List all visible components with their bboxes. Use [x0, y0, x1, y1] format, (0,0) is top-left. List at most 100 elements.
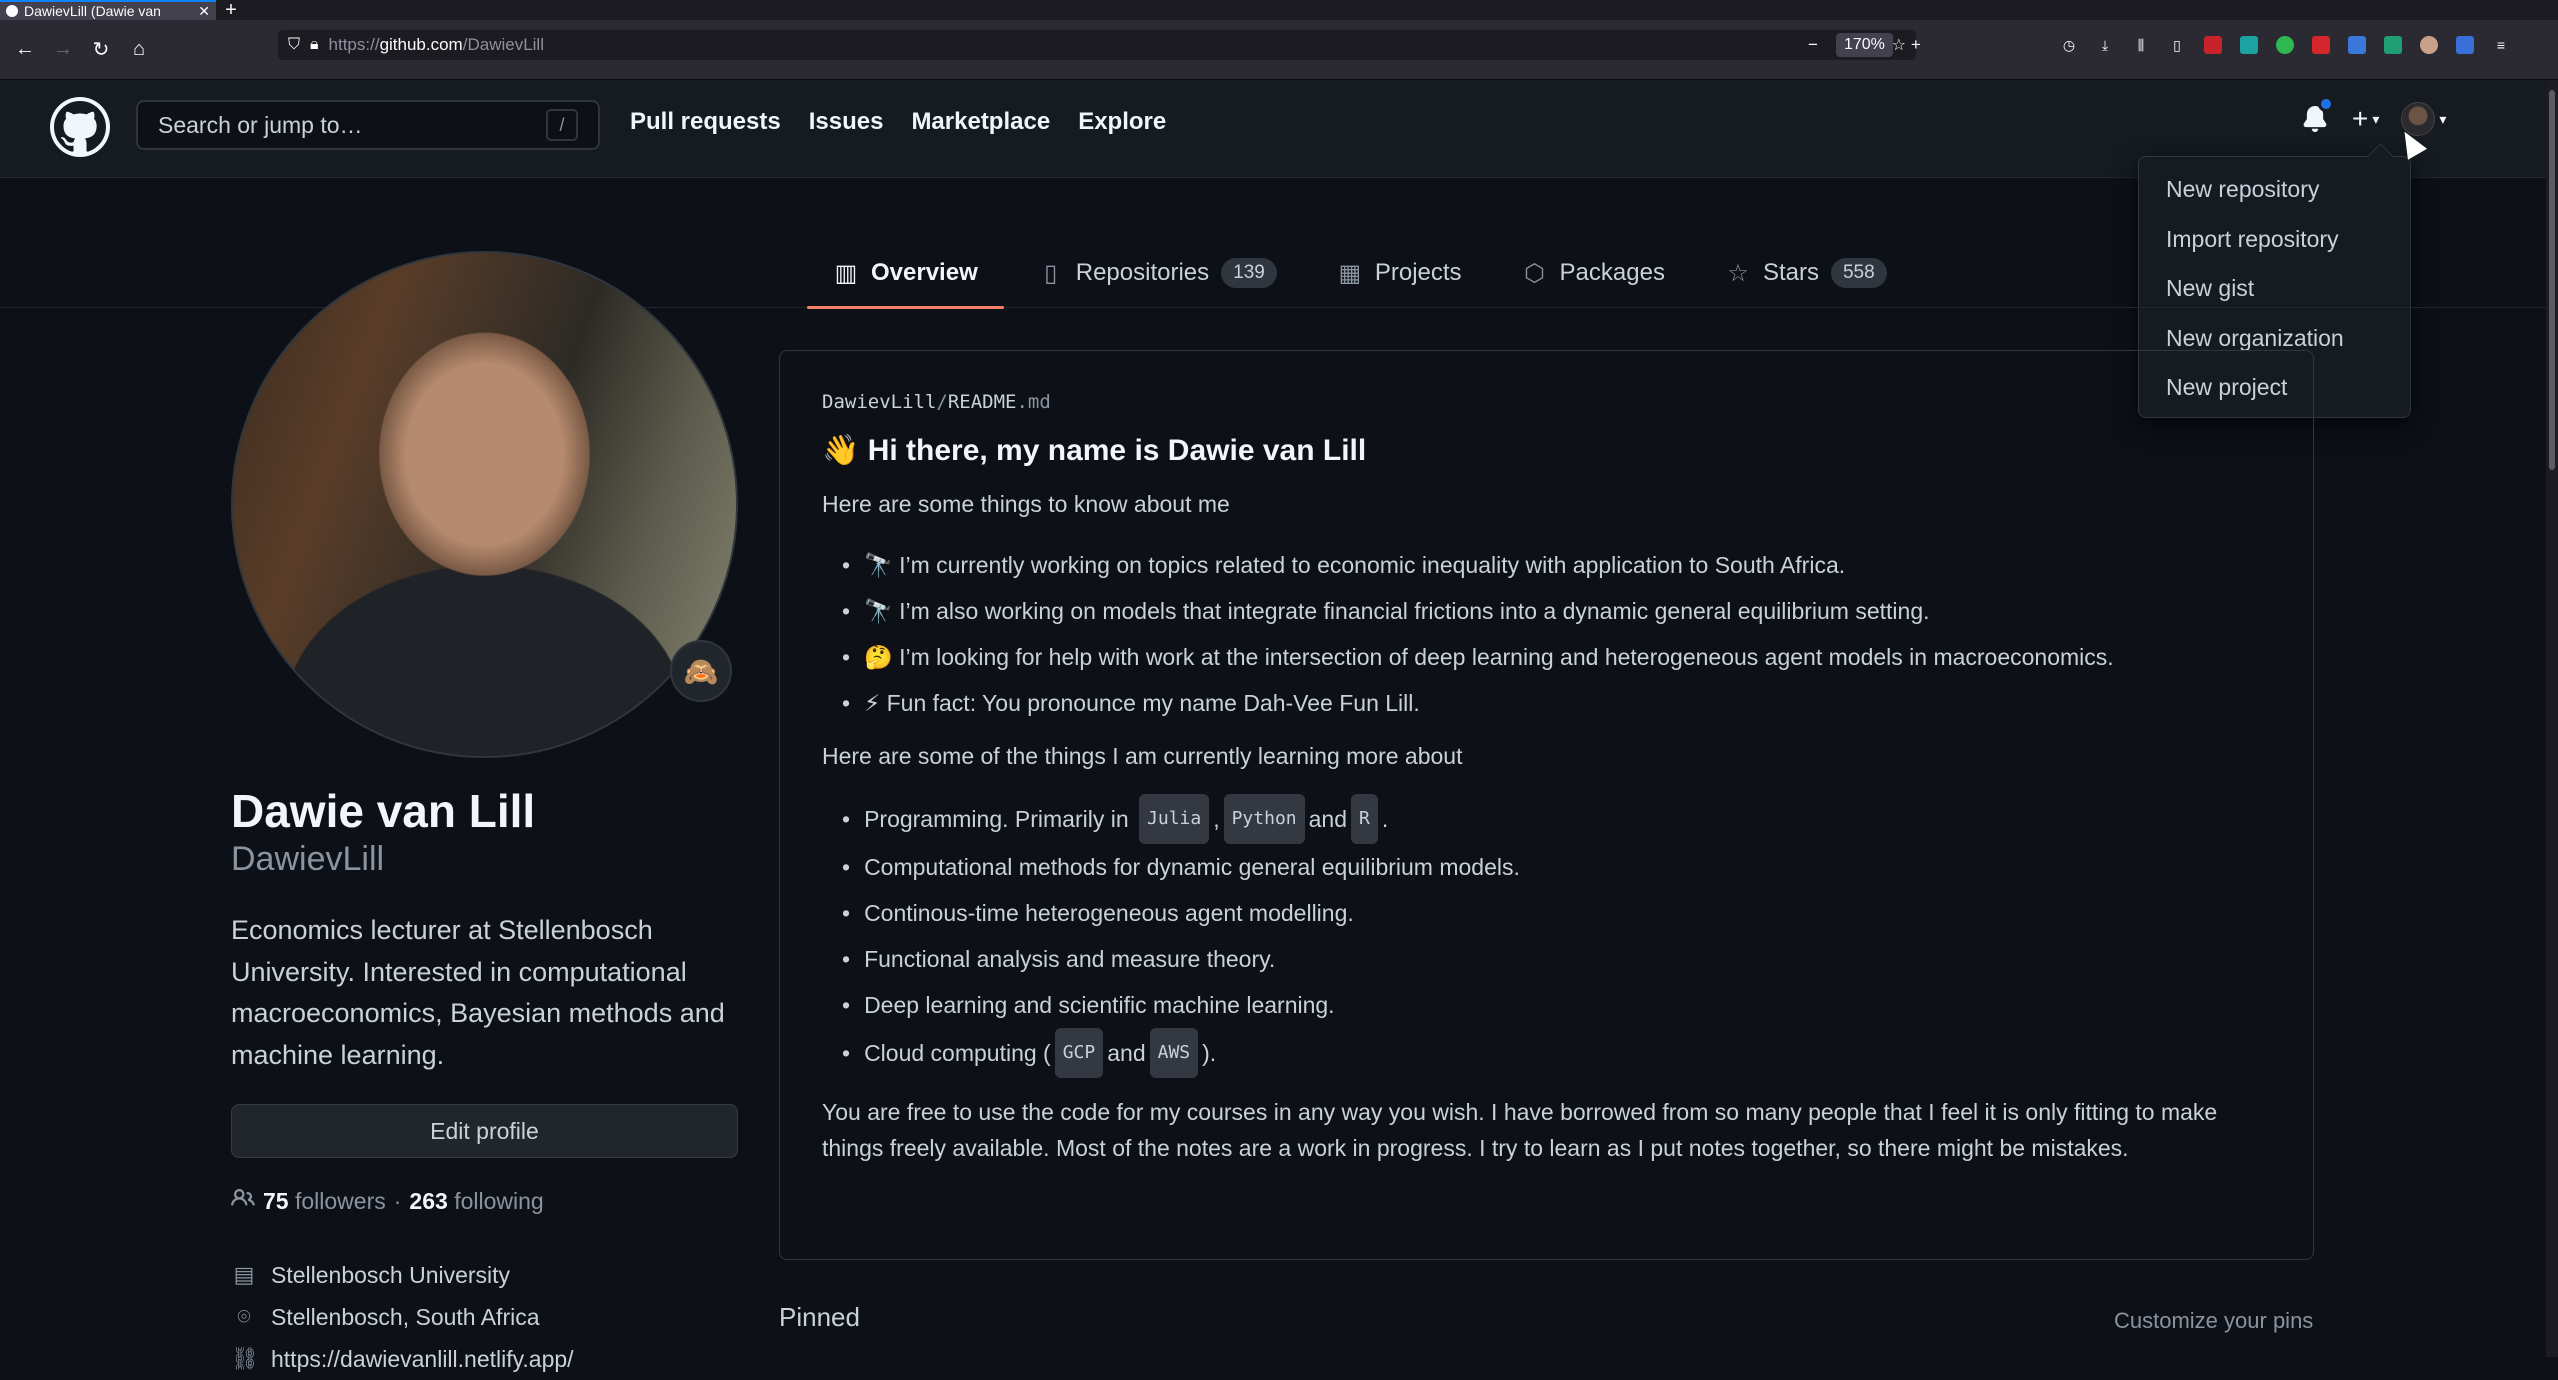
extension-green-icon[interactable]	[2276, 36, 2294, 54]
zoom-out-button[interactable]: −	[1808, 35, 1818, 55]
code-julia: Julia	[1139, 794, 1210, 844]
list-item: Functional analysis and measure theory.	[846, 936, 2271, 982]
browser-tab-title: DawievLill (Dawie van	[24, 3, 161, 19]
list-item: Cloud computing (GCPandAWS).	[846, 1028, 2271, 1078]
code-gcp: GCP	[1054, 1028, 1104, 1078]
status-emoji: 🙈	[683, 655, 719, 687]
history-icon[interactable]: ◷	[2060, 36, 2078, 54]
code-python: Python	[1223, 794, 1305, 844]
search-shortcut-key: /	[546, 109, 578, 141]
new-tab-button[interactable]: +	[216, 0, 246, 21]
package-icon: ⬡	[1524, 259, 1546, 287]
extension-s-icon[interactable]	[2384, 36, 2402, 54]
tab-label: Overview	[871, 259, 978, 286]
follow-stats: 75 followers · 263 following	[231, 1186, 544, 1216]
organization-text: Stellenbosch University	[271, 1261, 511, 1288]
browser-toolbar: ← → ↻ ⌂ ⛉ 🔒︎ https://github.com/DawievLi…	[0, 20, 2558, 80]
downloads-icon[interactable]: ⤓	[2096, 36, 2114, 54]
list-item: Deep learning and scientific machine lea…	[846, 982, 2271, 1028]
stars-count: 558	[1830, 258, 1887, 288]
vcard-location: ⌾ Stellenbosch, South Africa	[231, 1296, 574, 1338]
list-item: Continous-time heterogeneous agent model…	[846, 890, 2271, 936]
extension-mail-icon[interactable]	[2456, 36, 2474, 54]
tab-repositories[interactable]: ▯ Repositories 139	[1012, 238, 1303, 308]
vcard-organization: ▤ Stellenbosch University	[231, 1254, 574, 1296]
extension-red-icon[interactable]	[2204, 36, 2222, 54]
extension-cookie-icon[interactable]	[2420, 36, 2438, 54]
shield-icon[interactable]: ⛉	[288, 36, 300, 54]
library-icon[interactable]: ⫼	[2132, 36, 2150, 54]
zoom-level[interactable]: 170%	[1835, 33, 1893, 57]
scrollbar-thumb[interactable]	[2549, 90, 2555, 470]
readme-path-file: README	[947, 391, 1017, 413]
list-item: 🤔 I’m looking for help with work at the …	[846, 634, 2271, 680]
browser-tab[interactable]: DawievLill (Dawie van ✕	[0, 0, 216, 20]
nav-issues[interactable]: Issues	[809, 108, 884, 136]
tab-overview[interactable]: ▥ Overview	[807, 238, 1004, 309]
menu-icon[interactable]: ≡	[2492, 36, 2510, 54]
forward-button[interactable]: →	[44, 31, 82, 69]
profile-avatar[interactable]	[231, 251, 738, 758]
customize-pins-link[interactable]: Customize your pins	[2114, 1308, 2313, 1334]
url-text[interactable]: https://github.com/DawievLill	[329, 35, 1859, 55]
tab-label: Packages	[1559, 259, 1665, 286]
list-item: ⚡ Fun fact: You pronounce my name Dah-Ve…	[846, 680, 2271, 726]
tab-label: Projects	[1374, 259, 1462, 286]
notification-indicator	[2318, 96, 2334, 112]
lock-icon[interactable]: 🔒︎	[310, 36, 319, 54]
extension-teal-icon[interactable]	[2240, 36, 2258, 54]
code-aws: AWS	[1149, 1028, 1199, 1078]
close-tab-icon[interactable]: ✕	[198, 3, 210, 20]
following-link[interactable]: 263 following	[409, 1188, 543, 1215]
tab-label: Repositories	[1075, 259, 1210, 286]
home-button[interactable]: ⌂	[120, 31, 158, 69]
search-placeholder: Search or jump to…	[158, 111, 363, 138]
tab-projects[interactable]: ▦ Projects	[1311, 238, 1488, 308]
nav-marketplace[interactable]: Marketplace	[911, 108, 1050, 136]
nav-explore[interactable]: Explore	[1078, 108, 1166, 136]
star-icon: ☆	[1727, 259, 1749, 287]
github-favicon-icon	[6, 5, 18, 17]
nav-pull-requests[interactable]: Pull requests	[630, 108, 781, 136]
website-link[interactable]: https://dawievanlill.netlify.app/	[271, 1346, 574, 1373]
notifications-bell-icon[interactable]	[2300, 96, 2334, 136]
github-logo-icon[interactable]	[50, 97, 110, 157]
vcard-website[interactable]: ⛓ https://dawievanlill.netlify.app/	[231, 1338, 574, 1380]
location-pin-icon: ⌾	[237, 1304, 251, 1329]
tab-packages[interactable]: ⬡ Packages	[1496, 238, 1691, 308]
readme-intro: Here are some things to know about me	[822, 491, 1230, 517]
code-r: R	[1351, 794, 1378, 844]
browser-tab-strip: DawievLill (Dawie van ✕ +	[0, 0, 2558, 21]
followers-link[interactable]: 75 followers	[263, 1188, 386, 1215]
create-new-dropdown[interactable]: + ▾	[2352, 103, 2379, 135]
sidebar-icon[interactable]: ▯	[2168, 36, 2186, 54]
chevron-down-icon: ▾	[2372, 110, 2380, 127]
reload-button[interactable]: ↻	[82, 31, 120, 69]
extension-toolbar: ◷ ⤓ ⫼ ▯ ≡	[2060, 30, 2510, 60]
readme-path-user[interactable]: DawievLill	[822, 391, 936, 413]
list-item: 🔭 I’m currently working on topics relate…	[846, 542, 2271, 588]
follow-separator: ·	[393, 1187, 402, 1214]
about-list: 🔭 I’m currently working on topics relate…	[822, 542, 2271, 726]
book-icon: ▥	[834, 259, 858, 287]
extension-blue-icon[interactable]	[2348, 36, 2366, 54]
repo-icon: ▯	[1044, 259, 1058, 287]
readme-heading: 👋 Hi there, my name is Dawie van Lill	[822, 434, 1367, 467]
list-item: Computational methods for dynamic genera…	[846, 844, 2271, 890]
status-emoji-button[interactable]: 🙈	[670, 640, 732, 702]
profile-bio: Economics lecturer at Stellenbosch Unive…	[231, 915, 725, 1070]
search-input[interactable]: Search or jump to… /	[136, 100, 600, 150]
tab-stars[interactable]: ☆ Stars 558	[1699, 238, 1913, 308]
address-bar[interactable]: ⛉ 🔒︎ https://github.com/DawievLill ⇄ ☆	[278, 30, 1916, 60]
back-button[interactable]: ←	[6, 31, 44, 69]
list-item: Programming. Primarily in Julia,Pythonan…	[846, 794, 2271, 844]
edit-profile-button[interactable]: Edit profile	[231, 1104, 738, 1158]
readme-path: DawievLill/README.md	[822, 391, 1051, 413]
extension-badge-icon[interactable]	[2312, 36, 2330, 54]
profile-name: Dawie van Lill	[231, 785, 536, 837]
location-text: Stellenbosch, South Africa	[271, 1303, 540, 1330]
profile-vcard: ▤ Stellenbosch University ⌾ Stellenbosch…	[231, 1254, 574, 1380]
plus-icon: +	[2352, 103, 2369, 134]
zoom-in-button[interactable]: +	[1911, 35, 1921, 55]
profile-username: DawievLill	[231, 840, 385, 878]
